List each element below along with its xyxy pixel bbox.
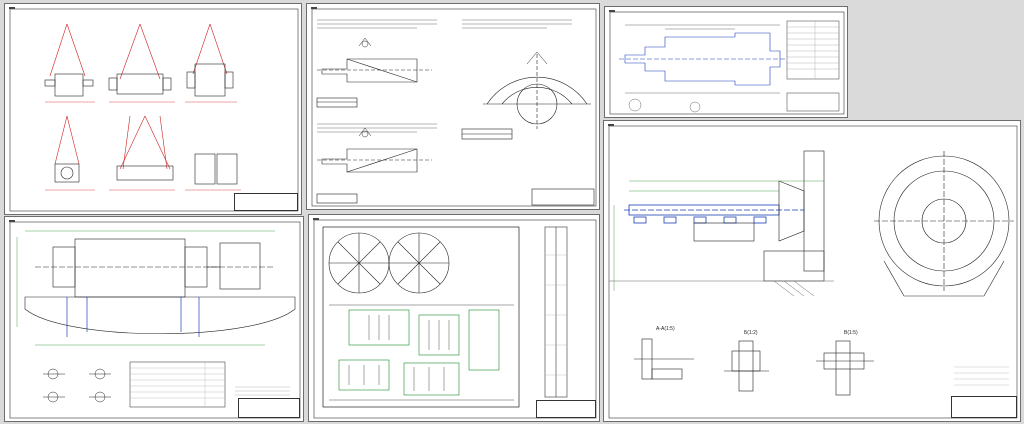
shaft-part-drawing xyxy=(609,11,845,115)
sheet-tag xyxy=(311,7,317,9)
detail-label-c: В(1:5) xyxy=(844,330,858,336)
sheet-tag xyxy=(313,218,319,220)
sheet-alignment-schemes[interactable] xyxy=(306,3,600,210)
title-block xyxy=(238,398,300,418)
sheet-shop-layout[interactable] xyxy=(308,214,600,422)
title-block xyxy=(234,193,298,211)
sheet-tag xyxy=(9,220,15,222)
shop-layout-drawing xyxy=(313,219,597,419)
lifting-schemes-drawing xyxy=(9,8,299,212)
detail-label-a: А-А(1:5) xyxy=(656,326,675,332)
sheet-shaft-part[interactable] xyxy=(604,6,848,118)
title-block xyxy=(536,400,596,418)
title-block xyxy=(951,396,1017,418)
drawing-viewer: А-А(1:5) Б(1:2) В(1:5) xyxy=(0,0,1024,424)
detail-label-b: Б(1:2) xyxy=(744,330,758,336)
sheet-tag xyxy=(609,10,615,12)
sheet-tag xyxy=(9,7,15,9)
sheet-lifting-schemes[interactable] xyxy=(4,3,302,215)
alignment-schemes-drawing xyxy=(311,8,597,207)
sheet-mill-assembly-detail[interactable]: А-А(1:5) Б(1:2) В(1:5) xyxy=(603,120,1021,422)
sheet-mill-installation[interactable] xyxy=(4,216,304,422)
mill-installation-drawing xyxy=(9,221,301,419)
sheet-tag xyxy=(608,124,614,126)
mill-assembly-detail-drawing: А-А(1:5) Б(1:2) В(1:5) xyxy=(608,125,1018,419)
